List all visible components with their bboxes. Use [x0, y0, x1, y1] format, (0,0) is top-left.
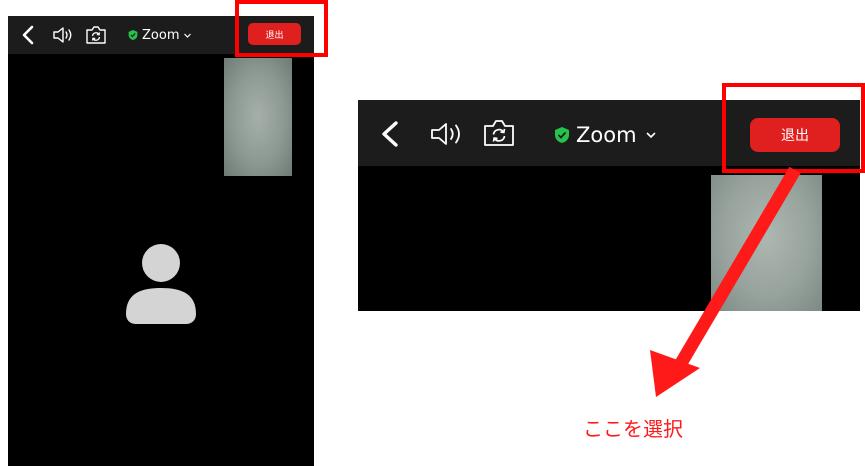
meeting-name: Zoom [142, 27, 180, 43]
shield-check-icon [128, 30, 138, 40]
shield-check-icon [555, 127, 569, 143]
meeting-name: Zoom [576, 123, 637, 147]
meeting-info-dropdown[interactable]: Zoom [554, 120, 657, 150]
chevron-down-icon [184, 33, 192, 38]
annotation-caption: ここを選択 [583, 417, 683, 441]
speaker-icon[interactable] [429, 119, 465, 149]
meeting-info-dropdown[interactable]: Zoom [128, 24, 192, 46]
self-video-thumbnail [224, 58, 292, 176]
self-video-thumbnail [711, 175, 822, 311]
left-phone-screen: Zoom 退出 [8, 16, 314, 466]
speaker-icon[interactable] [52, 25, 74, 45]
camera-flip-icon[interactable] [482, 117, 516, 149]
avatar-icon [126, 244, 196, 324]
chevron-down-icon [645, 132, 656, 139]
back-icon[interactable] [380, 120, 400, 148]
back-icon[interactable] [21, 25, 35, 45]
leave-button-highlight-frame [235, 0, 328, 57]
camera-flip-icon[interactable] [85, 24, 107, 46]
leave-button-highlight-frame [722, 83, 865, 173]
